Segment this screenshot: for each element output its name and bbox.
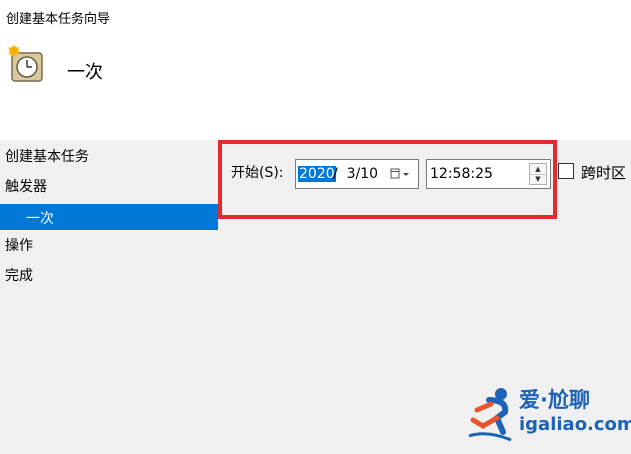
- runner-logo-icon: [468, 388, 512, 442]
- watermark-url: igaliao.com: [519, 414, 631, 435]
- watermark: 爱·尬聊 igaliao.com: [467, 382, 631, 450]
- page-title: 一次: [67, 62, 103, 83]
- nav-item-create-basic-task[interactable]: 创建基本任务: [5, 146, 89, 166]
- wizard-header: 创建基本任务向导 一次: [0, 0, 631, 140]
- highlight-annotation-box: [218, 140, 557, 219]
- nav-item-finish[interactable]: 完成: [5, 265, 33, 285]
- window-title: 创建基本任务向导: [6, 12, 111, 27]
- timezone-checkbox[interactable]: [558, 163, 574, 179]
- nav-item-once[interactable]: 一次: [0, 204, 218, 230]
- nav-item-once-label: 一次: [26, 211, 54, 227]
- task-clock-icon: [7, 44, 43, 82]
- nav-item-action[interactable]: 操作: [5, 235, 33, 255]
- watermark-title: 爱·尬聊: [519, 388, 590, 412]
- timezone-label: 跨时区: [581, 164, 627, 182]
- nav-item-trigger[interactable]: 触发器: [5, 176, 47, 196]
